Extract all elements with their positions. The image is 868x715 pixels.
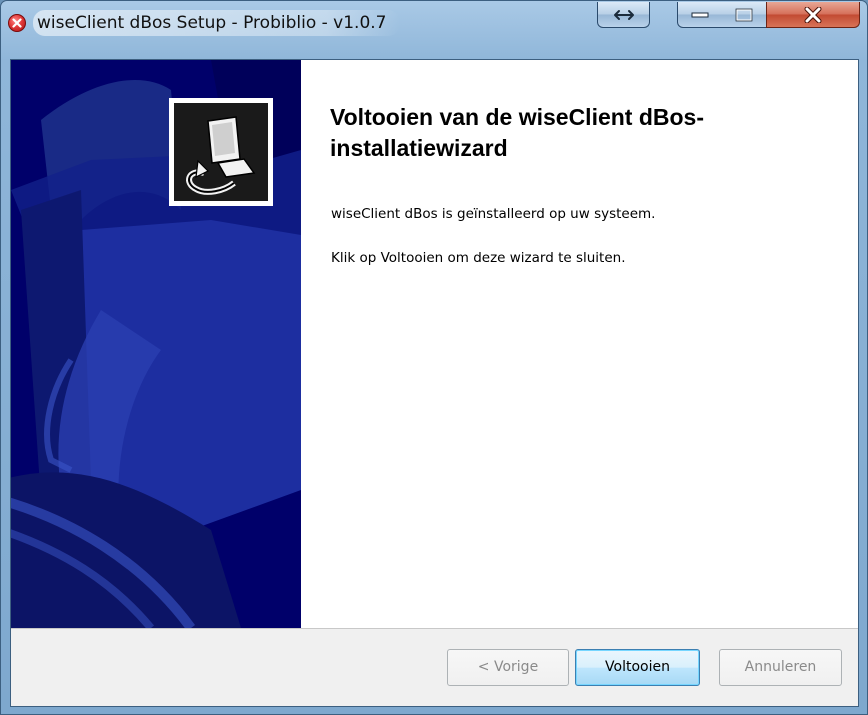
finish-instruction: Klik op Voltooien om deze wizard te slui…	[331, 250, 626, 266]
wizard-content: Voltooien van de wiseClient dBos-install…	[301, 60, 858, 628]
minimize-button[interactable]	[677, 2, 723, 28]
setup-window: wiseClient dBos Setup - Probiblio - v1.0…	[0, 0, 868, 715]
wizard-sidebar	[11, 60, 301, 628]
maximize-button[interactable]	[722, 2, 767, 28]
installed-message: wiseClient dBos is geïnstalleerd op uw s…	[331, 206, 656, 222]
minimize-icon	[691, 12, 709, 17]
close-button[interactable]	[766, 2, 860, 28]
finish-button[interactable]: Voltooien	[575, 649, 700, 686]
installer-computer-icon	[174, 103, 268, 201]
wizard-client-area: Voltooien van de wiseClient dBos-install…	[10, 59, 859, 707]
window-title: wiseClient dBos Setup - Probiblio - v1.0…	[33, 10, 401, 36]
footer-divider	[11, 628, 858, 629]
page-title: Voltooien van de wiseClient dBos-install…	[330, 104, 705, 161]
app-error-icon[interactable]	[8, 14, 26, 32]
maximize-icon	[735, 8, 753, 21]
close-icon	[804, 6, 822, 23]
title-bar[interactable]: wiseClient dBos Setup - Probiblio - v1.0…	[1, 1, 867, 59]
resize-button[interactable]	[597, 2, 650, 28]
installer-logo	[169, 98, 273, 206]
back-button[interactable]: < Vorige	[447, 649, 569, 686]
resize-icon	[613, 9, 634, 20]
cancel-button[interactable]: Annuleren	[719, 649, 842, 686]
